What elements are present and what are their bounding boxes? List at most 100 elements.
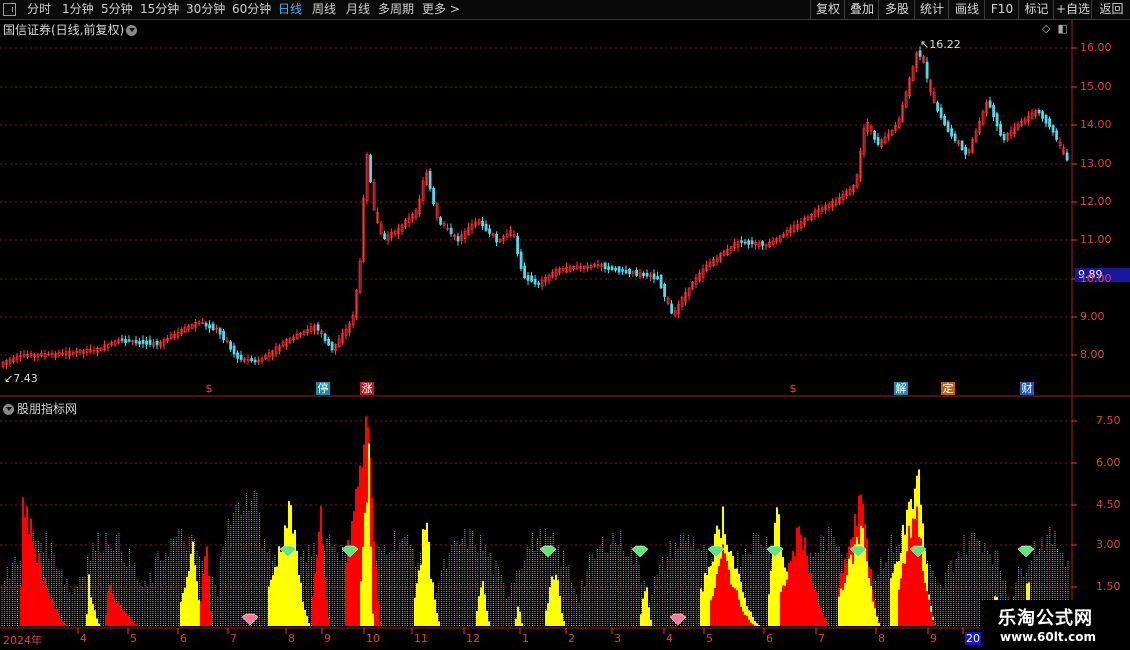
- indicator-bar: [105, 615, 107, 626]
- indicator-bar: [862, 528, 864, 626]
- indicator-bar: [521, 623, 523, 626]
- indicator-bar: [88, 574, 90, 626]
- date-tick-label: 9: [324, 632, 331, 645]
- event-marker[interactable]: $: [786, 382, 800, 395]
- indicator-bar: [848, 558, 850, 626]
- event-marker[interactable]: $: [202, 382, 216, 395]
- indicator-bar: [357, 486, 359, 626]
- indicator-bar: [932, 620, 934, 626]
- candle-body: [211, 323, 215, 331]
- chart-canvas[interactable]: [0, 0, 1130, 650]
- indicator-bar: [816, 592, 818, 626]
- date-tick-label: 4: [80, 632, 87, 645]
- indicator-bar: [372, 613, 374, 626]
- date-tick-label: 4: [666, 632, 673, 645]
- indicator-bar: [914, 519, 916, 626]
- indicator-bar: [66, 625, 68, 626]
- indicator-bar: [738, 599, 740, 626]
- indicator-bar: [418, 570, 420, 626]
- indicator-bar: [302, 601, 304, 626]
- date-tick-label: 7: [818, 632, 825, 645]
- date-tick-label: 2024年: [3, 634, 42, 647]
- candle-body: [516, 236, 520, 254]
- indicator-bar: [280, 551, 282, 626]
- candle-body: [141, 339, 145, 344]
- indicator-bar: [208, 575, 210, 626]
- candle-body: [936, 102, 940, 112]
- event-marker[interactable]: 定: [941, 382, 955, 395]
- indicator-bar: [724, 553, 726, 626]
- price-tick-label: 9.00: [1080, 310, 1105, 323]
- indicator-bar: [62, 621, 64, 626]
- indicator-bar: [117, 601, 119, 626]
- indicator-bar: [420, 564, 422, 626]
- event-marker[interactable]: 涨: [360, 382, 374, 395]
- indicator-bar: [270, 579, 272, 626]
- candle-body: [222, 330, 226, 341]
- candle-body: [138, 341, 142, 345]
- price-tick-label: 10.00: [1080, 272, 1112, 285]
- indicator-bar: [648, 607, 650, 626]
- indicator-bar: [96, 618, 98, 626]
- indicator-bar: [294, 529, 296, 626]
- indicator-bar: [486, 610, 488, 626]
- candle-body: [873, 130, 877, 140]
- indicator-bar: [210, 611, 212, 626]
- indicator-bar: [46, 587, 48, 626]
- event-marker[interactable]: 财: [1020, 382, 1034, 395]
- indicator-bar: [736, 590, 738, 626]
- price-tick-label: 14.00: [1080, 118, 1112, 131]
- candle-body: [124, 339, 128, 343]
- event-marker[interactable]: 停: [316, 382, 330, 395]
- indicator-bar: [480, 587, 482, 626]
- indicator-bar: [642, 598, 644, 626]
- candle-body: [918, 50, 922, 57]
- candle-body: [617, 266, 621, 273]
- candle-body: [523, 265, 527, 279]
- indicator-bar: [328, 617, 330, 626]
- indicator-bar: [547, 603, 549, 626]
- indicator-bar: [276, 566, 278, 626]
- indicator-bar: [828, 624, 830, 626]
- price-tick-label: 11.00: [1080, 233, 1112, 246]
- indicator-bar: [438, 621, 440, 626]
- date-tick-label: 12: [466, 632, 480, 645]
- indicator-bar: [744, 614, 746, 626]
- indicator-bar: [850, 554, 852, 626]
- indicator-bar: [822, 612, 824, 626]
- indicator-bar: [436, 613, 438, 626]
- indicator-bar: [133, 622, 135, 626]
- candle-body: [1037, 110, 1041, 114]
- candle-body: [1055, 130, 1059, 140]
- indicator-bar: [282, 548, 284, 626]
- event-marker[interactable]: 解: [894, 382, 908, 395]
- indicator-bar: [324, 577, 326, 626]
- indicator-bar: [860, 525, 862, 626]
- candle-body: [652, 273, 656, 280]
- candle-body: [533, 278, 537, 285]
- indicator-bar: [706, 574, 708, 626]
- indicator-bar: [890, 578, 892, 626]
- date-tick-label: 7: [230, 632, 237, 645]
- indicator-bar: [730, 584, 732, 626]
- indicator-bar: [702, 591, 704, 626]
- price-tick-label: 8.00: [1080, 348, 1105, 361]
- indicator-bar: [896, 561, 898, 626]
- indicator-bar: [551, 576, 553, 626]
- indicator-bar: [353, 511, 355, 626]
- indicator-bar: [553, 579, 555, 626]
- indicator-bar: [826, 622, 828, 626]
- indicator-bar: [428, 541, 430, 626]
- indicator-bar: [379, 621, 381, 626]
- candle-body: [960, 140, 964, 151]
- price-tick-label: 16.00: [1080, 41, 1112, 54]
- indicator-bar: [892, 572, 894, 626]
- indicator-bar: [186, 576, 188, 626]
- candle-body: [330, 341, 334, 351]
- price-tick-label: 13.00: [1080, 157, 1112, 170]
- indicator-bar: [930, 611, 932, 626]
- candle-body: [495, 234, 499, 243]
- indicator-bar: [52, 598, 54, 626]
- indicator-bar: [90, 597, 92, 626]
- indicator-bar: [430, 578, 432, 626]
